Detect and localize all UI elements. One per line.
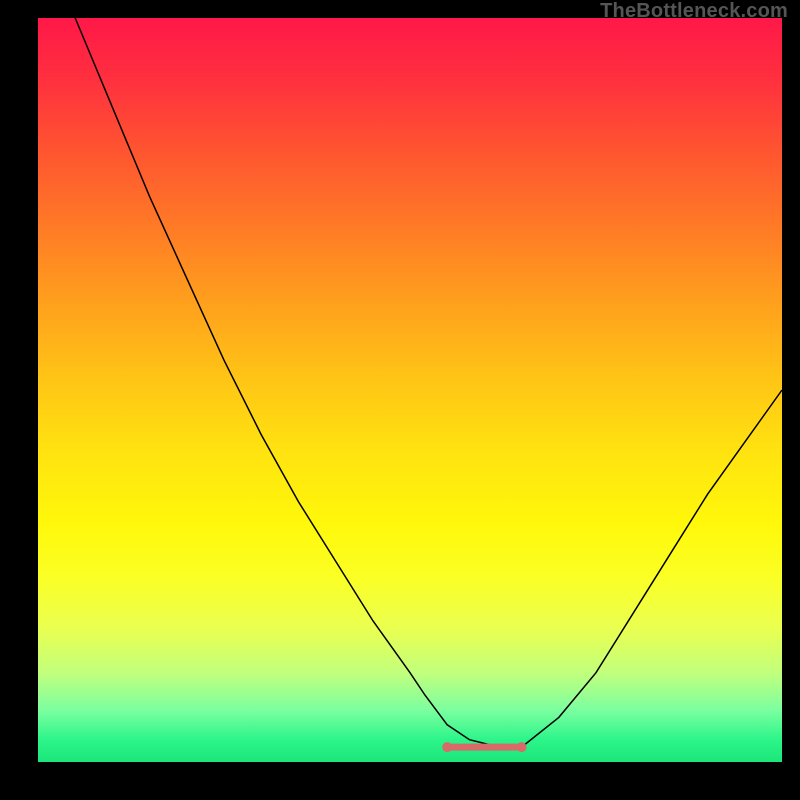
plot-area (38, 18, 782, 762)
watermark-text: TheBottleneck.com (600, 0, 788, 23)
curve-layer (38, 18, 782, 762)
chart-frame: TheBottleneck.com (0, 0, 800, 800)
flat-start-dot (442, 742, 452, 752)
flat-end-dot (517, 742, 527, 752)
bottleneck-curve (75, 18, 782, 747)
